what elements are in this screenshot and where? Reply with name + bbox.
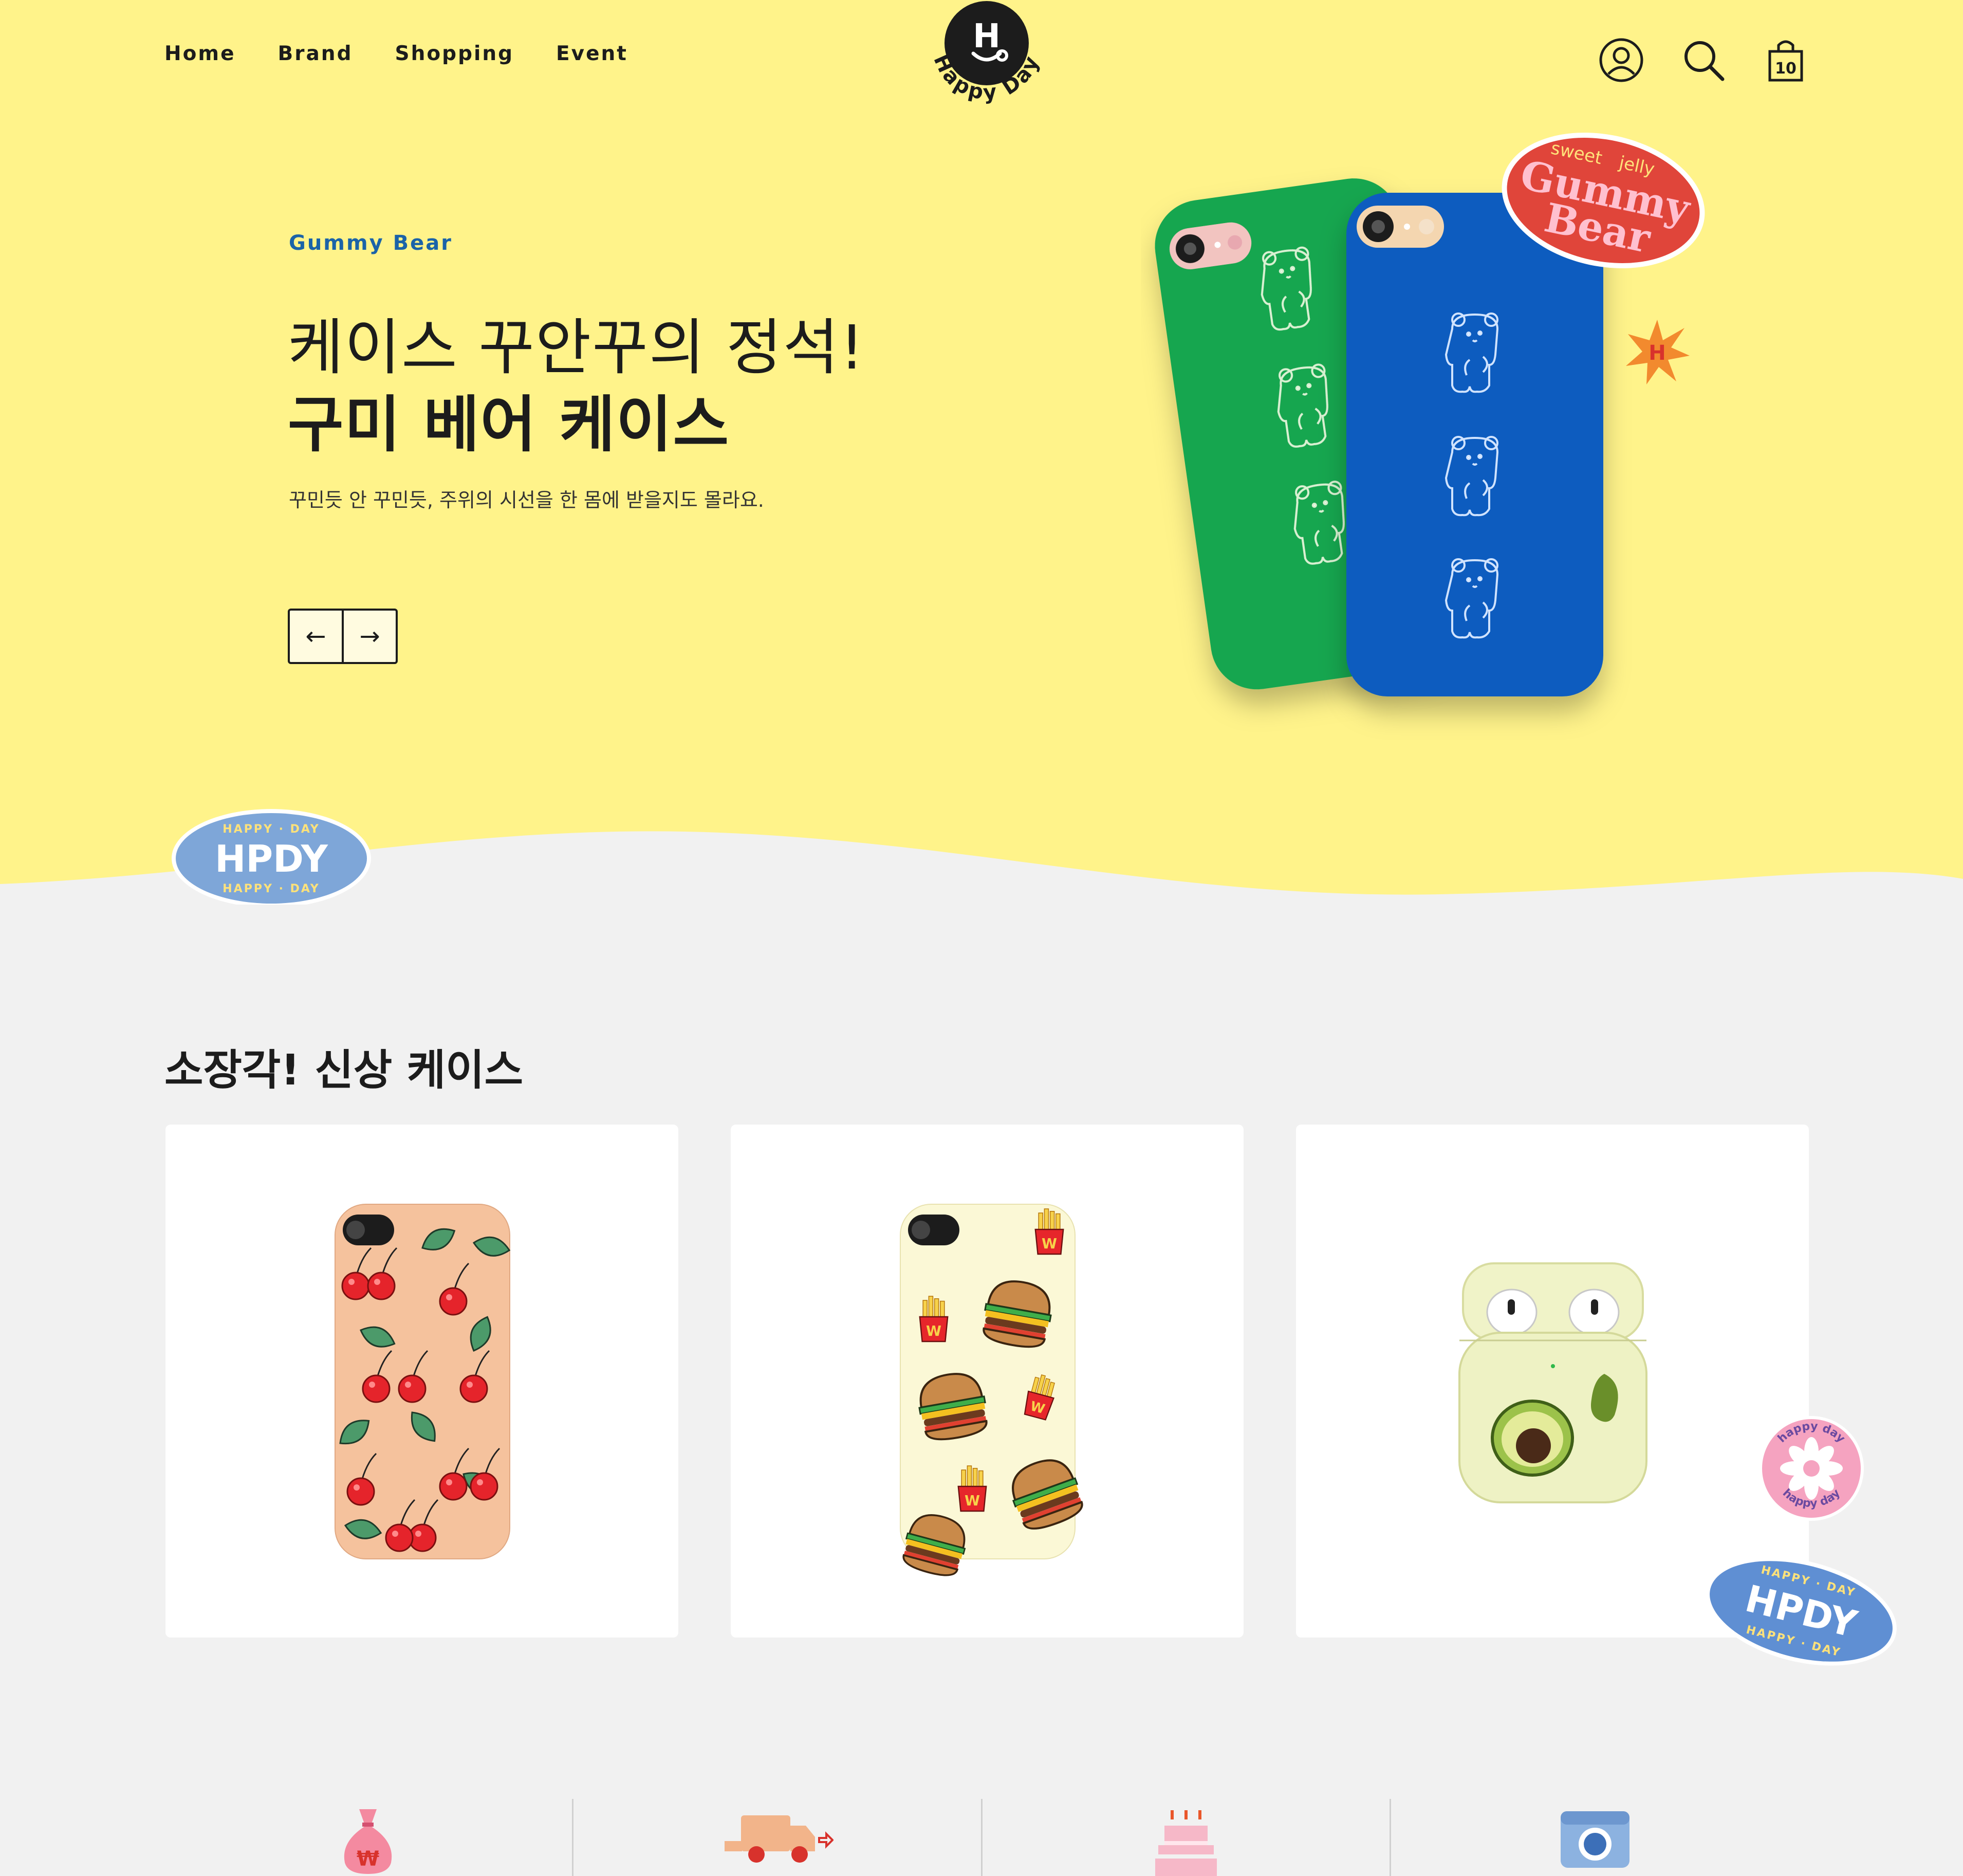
section-title: 소장각! 신상 케이스 [164,1046,524,1095]
nav-event[interactable]: Event [556,42,628,65]
header-actions: 10 [1598,37,1809,83]
delivery-truck-icon [725,1815,834,1863]
shopping-bag-icon[interactable]: 10 [1763,37,1809,83]
birthday-cake-icon [1155,1810,1217,1876]
money-mark: ₩ [357,1847,379,1871]
user-icon[interactable] [1598,37,1644,83]
happy-day-logo[interactable]: H Happy Day [920,0,1053,118]
slider-controls: ← → [288,609,398,664]
next-slide-button[interactable]: → [342,611,396,662]
feature-money[interactable]: ₩ [164,1799,572,1876]
nav-shopping[interactable]: Shopping [395,42,514,65]
gummy-bear-sticker: sweet jelly Gummy Bear [1502,133,1705,268]
daisy-sticker: happy day happy day [1759,1416,1864,1521]
burst-letter: H [1649,341,1665,365]
search-icon[interactable] [1680,37,1727,83]
nav-home[interactable]: Home [164,42,236,65]
hpdy-ring-bottom: HAPPY · DAY [223,882,320,895]
cherry-case-image [334,1204,513,1559]
cart-count: 10 [1775,60,1797,78]
hpdy-sticker-top: HAPPY · DAY HPDY HAPPY · DAY [172,809,371,905]
hero-title-line2: 구미 베어 케이스 [288,389,730,460]
hero-subtitle: Gummy Bear [289,231,453,255]
hero-description: 꾸민듯 안 꾸민듯, 주위의 시선을 한 몸에 받을지도 몰라요. [289,489,764,511]
hero-title-line1: 케이스 꾸안꾸의 정석! [288,312,865,383]
logo-mark: H [973,17,1001,56]
prev-slide-button[interactable]: ← [290,611,342,662]
hpdy-sticker-bottom: HAPPY · DAY HPDY HAPPY · DAY [1706,1557,1897,1666]
camera-icon [1560,1811,1629,1868]
hero-banner: Home Brand Shopping Event H Happy Day 10… [0,0,1963,905]
feature-gift[interactable] [980,1799,1390,1876]
product-list: W [165,1125,1809,1638]
product-card-cherry[interactable] [165,1125,678,1638]
main-nav: Home Brand Shopping Event [164,42,628,65]
money-bag-icon: ₩ [344,1809,392,1874]
hpdy-text: HPDY [215,837,328,880]
hpdy-ring-top: HAPPY · DAY [223,823,320,836]
burst-sticker: H [1626,320,1690,384]
feature-review[interactable] [1390,1799,1799,1876]
feature-delivery[interactable] [571,1799,981,1876]
feature-icons-row: ₩ [164,1799,1799,1876]
product-card-burger[interactable]: W [731,1125,1244,1638]
nav-brand[interactable]: Brand [278,42,353,65]
burger-case-image: W [898,1204,1089,1581]
